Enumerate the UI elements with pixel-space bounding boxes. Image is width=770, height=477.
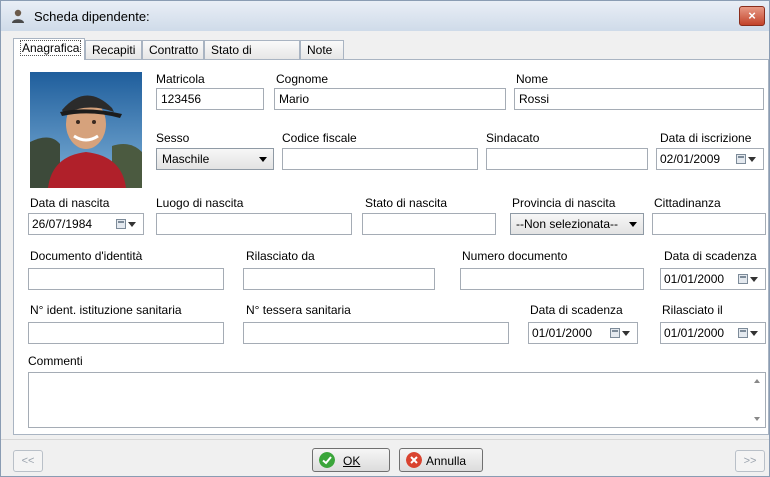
- calendar-dropdown-button[interactable]: [610, 327, 634, 340]
- calendar-icon: [738, 274, 748, 284]
- calendar-dropdown-button[interactable]: [738, 273, 762, 286]
- data-scadenza-tessera-picker[interactable]: 01/01/2000: [528, 322, 638, 344]
- stato-nascita-label: Stato di nascita: [365, 196, 448, 210]
- nome-input[interactable]: Rossi: [514, 88, 764, 110]
- next-button[interactable]: >>: [735, 450, 765, 472]
- close-button[interactable]: ×: [739, 6, 765, 26]
- stato-nascita-input[interactable]: [362, 213, 496, 235]
- chevron-down-icon: [748, 157, 756, 162]
- data-nascita-label: Data di nascita: [30, 196, 110, 210]
- matricola-label: Matricola: [156, 72, 205, 86]
- n-tessera-sanitaria-input[interactable]: [243, 322, 509, 344]
- calendar-icon: [738, 328, 748, 338]
- data-scadenza-tessera-value: 01/01/2000: [532, 326, 593, 340]
- chevron-down-icon: [259, 157, 267, 162]
- codice-fiscale-input[interactable]: [282, 148, 478, 170]
- sesso-label: Sesso: [156, 131, 190, 145]
- luogo-nascita-label: Luogo di nascita: [156, 196, 244, 210]
- rilasciato-da-input[interactable]: [243, 268, 435, 290]
- employee-photo: [30, 72, 142, 188]
- calendar-dropdown-button[interactable]: [738, 327, 762, 340]
- data-scadenza-doc-value: 01/01/2000: [664, 272, 725, 286]
- n-ident-sanitaria-label: N° ident. istituzione sanitaria: [30, 303, 182, 317]
- calendar-icon: [610, 328, 620, 338]
- calendar-dropdown-button[interactable]: [116, 218, 140, 231]
- codice-fiscale-label: Codice fiscale: [282, 131, 357, 145]
- scroll-down-icon[interactable]: [754, 417, 760, 421]
- luogo-nascita-input[interactable]: [156, 213, 352, 235]
- matricola-input[interactable]: 123456: [156, 88, 264, 110]
- cittadinanza-input[interactable]: [652, 213, 766, 235]
- check-icon: [319, 452, 335, 468]
- documento-label: Documento d'identità: [30, 249, 143, 263]
- n-tessera-sanitaria-label: N° tessera sanitaria: [246, 303, 351, 317]
- calendar-icon: [116, 219, 126, 229]
- title-bar: Scheda dipendente: ×: [1, 1, 769, 31]
- chevron-down-icon: [750, 331, 758, 336]
- annulla-label: Annulla: [426, 454, 467, 468]
- n-ident-sanitaria-input[interactable]: [28, 322, 224, 344]
- data-iscrizione-label: Data di iscrizione: [660, 131, 752, 145]
- person-icon: [12, 9, 24, 23]
- data-scadenza-tessera-label: Data di scadenza: [530, 303, 623, 317]
- data-nascita-picker[interactable]: 26/07/1984: [28, 213, 144, 235]
- sindacato-label: Sindacato: [486, 131, 540, 145]
- cognome-label: Cognome: [276, 72, 329, 86]
- numero-documento-label: Numero documento: [462, 249, 568, 263]
- previous-button[interactable]: <<: [13, 450, 43, 472]
- numero-documento-input[interactable]: [460, 268, 644, 290]
- tab-anagrafica[interactable]: Anagrafica: [13, 38, 85, 60]
- data-iscrizione-value: 02/01/2009: [660, 152, 721, 166]
- rilasciato-il-picker[interactable]: 01/01/2000: [660, 322, 766, 344]
- tab-note[interactable]: Note: [300, 40, 344, 59]
- sesso-select[interactable]: Maschile: [156, 148, 274, 170]
- chevron-down-icon: [750, 277, 758, 282]
- provincia-nascita-select[interactable]: --Non selezionata--: [510, 213, 644, 235]
- documento-input[interactable]: [28, 268, 224, 290]
- rilasciato-il-label: Rilasciato il: [662, 303, 723, 317]
- window-title: Scheda dipendente:: [34, 9, 150, 24]
- provincia-nascita-label: Provincia di nascita: [512, 196, 616, 210]
- footer-separator: [1, 439, 769, 440]
- scroll-up-icon[interactable]: [754, 379, 760, 383]
- tab-recapiti[interactable]: Recapiti: [85, 40, 142, 59]
- chevron-down-icon: [622, 331, 630, 336]
- provincia-nascita-value: --Non selezionata--: [516, 217, 619, 231]
- tab-contratto[interactable]: Contratto: [142, 40, 204, 59]
- annulla-button[interactable]: Annulla: [399, 448, 483, 472]
- ok-label: OK: [343, 454, 361, 468]
- data-scadenza-doc-picker[interactable]: 01/01/2000: [660, 268, 766, 290]
- sindacato-input[interactable]: [486, 148, 648, 170]
- cittadinanza-label: Cittadinanza: [654, 196, 721, 210]
- employee-dialog: Scheda dipendente: × Anagrafica Recapiti…: [0, 0, 770, 477]
- commenti-label: Commenti: [28, 354, 83, 368]
- ok-button[interactable]: OK: [312, 448, 390, 472]
- sesso-value: Maschile: [162, 152, 210, 166]
- cognome-input[interactable]: Mario: [274, 88, 506, 110]
- data-scadenza-doc-label: Data di scadenza: [664, 249, 757, 263]
- chevron-down-icon: [128, 222, 136, 227]
- rilasciato-il-value: 01/01/2000: [664, 326, 725, 340]
- commenti-textarea[interactable]: [28, 372, 766, 428]
- tab-panel-anagrafica: Matricola 123456 Cognome Mario Nome Ross…: [13, 59, 769, 435]
- data-nascita-value: 26/07/1984: [32, 217, 93, 231]
- tab-stato-di-famiglia[interactable]: Stato di famiglia: [204, 40, 300, 75]
- cancel-icon: [406, 452, 422, 468]
- calendar-icon: [736, 154, 746, 164]
- chevron-down-icon: [629, 222, 637, 227]
- calendar-dropdown-button[interactable]: [736, 153, 760, 166]
- nome-label: Nome: [516, 72, 549, 86]
- rilasciato-da-label: Rilasciato da: [246, 249, 315, 263]
- data-iscrizione-picker[interactable]: 02/01/2009: [656, 148, 764, 170]
